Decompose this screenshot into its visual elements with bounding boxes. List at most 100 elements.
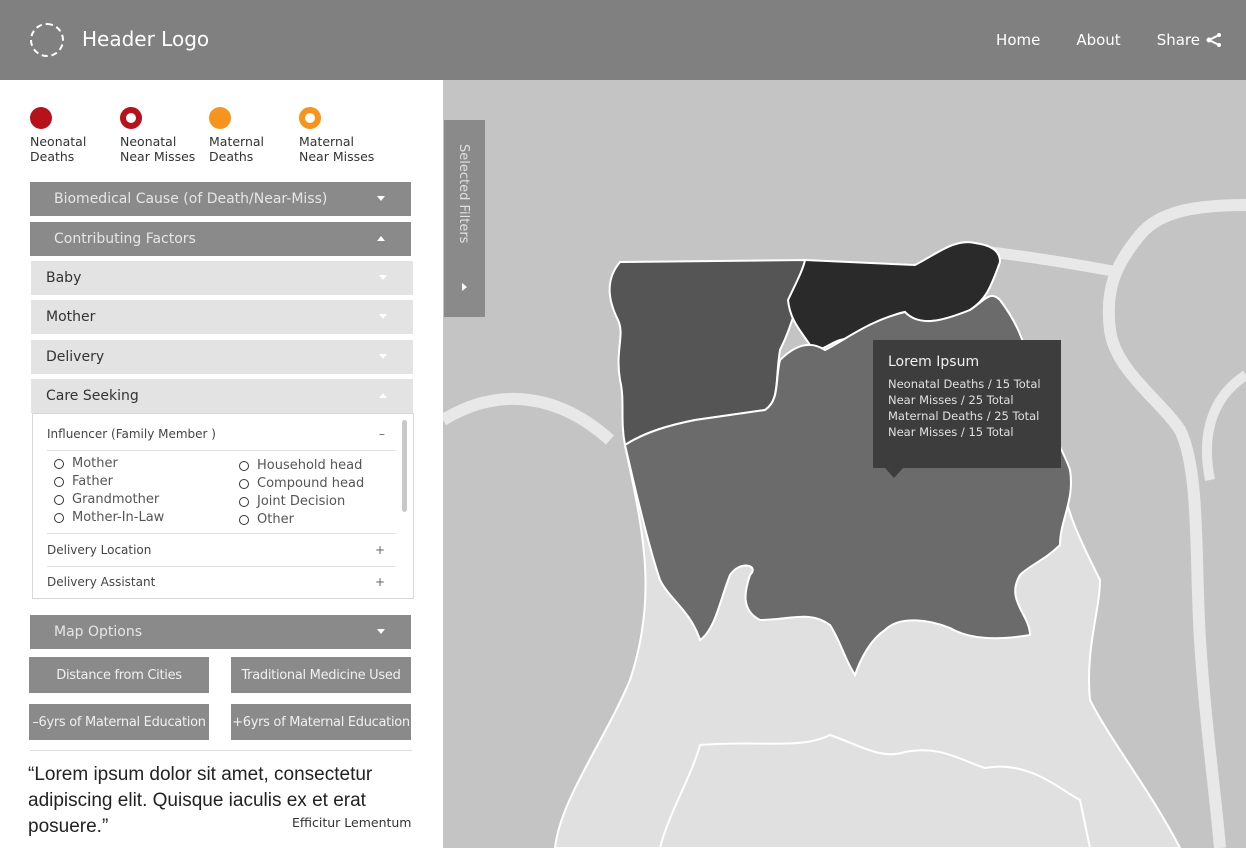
chevron-right-icon[interactable] [462, 283, 467, 291]
expand-icon[interactable]: + [375, 575, 385, 589]
radio-circle-icon [54, 494, 64, 505]
dropdown-label: Contributing Factors [54, 231, 196, 247]
radio-label: Mother-In-Law [72, 510, 165, 525]
legend-ring-icon [120, 107, 142, 129]
radio-circle-icon [54, 512, 64, 523]
header-logo-text[interactable]: Header Logo [82, 27, 209, 51]
radio-other[interactable]: Other [239, 512, 294, 527]
contributing-factors-dropdown[interactable]: Contributing Factors [30, 222, 411, 256]
divider [30, 750, 412, 751]
tooltip-line: Neonatal Deaths / 15 Total [888, 377, 1041, 391]
nav-home[interactable]: Home [996, 31, 1040, 49]
legend-dot-icon [30, 107, 52, 129]
legend-label: Neonatal Near Misses [120, 134, 196, 164]
legend-item-neonatal-deaths[interactable]: Neonatal Deaths [30, 107, 120, 164]
legend-item-maternal-near-misses[interactable]: Maternal Near Misses [299, 107, 389, 164]
care-seeking-panel: Influencer (Family Member ) – Mother Fat… [32, 413, 414, 599]
legend-label: Maternal Near Misses [299, 134, 375, 164]
radio-circle-icon [54, 476, 64, 487]
chevron-up-icon [379, 393, 387, 398]
road [443, 393, 615, 445]
share-icon [1206, 33, 1221, 47]
map-svg[interactable] [443, 80, 1246, 848]
share-button[interactable]: Share [1157, 31, 1222, 49]
radio-label: Household head [257, 458, 363, 473]
delivery-dropdown[interactable]: Delivery [31, 340, 413, 374]
top-nav: Home About Share [996, 31, 1222, 49]
dropdown-label: Biomedical Cause (of Death/Near-Miss) [54, 191, 328, 207]
radio-circle-icon [239, 460, 249, 471]
delivery-assistant-label: Delivery Assistant [47, 575, 156, 589]
delivery-location-label: Delivery Location [47, 543, 152, 557]
delivery-assistant-section[interactable]: Delivery Assistant + [47, 575, 395, 589]
filter-sidebar: Neonatal Deaths Neonatal Near Misses Mat… [0, 80, 443, 848]
radio-circle-icon [239, 514, 249, 525]
radio-father[interactable]: Father [54, 474, 113, 489]
collapse-icon[interactable]: – [379, 427, 385, 441]
quote-author: Efficitur Lementum [292, 815, 412, 830]
logo-icon[interactable] [30, 23, 64, 57]
chevron-down-icon [379, 354, 387, 359]
panel-scrollbar[interactable] [402, 420, 407, 512]
divider [47, 533, 395, 534]
biomedical-cause-dropdown[interactable]: Biomedical Cause (of Death/Near-Miss) [30, 182, 411, 216]
mother-dropdown[interactable]: Mother [31, 300, 413, 334]
legend-item-maternal-deaths[interactable]: Maternal Deaths [209, 107, 299, 164]
legend-item-neonatal-near-misses[interactable]: Neonatal Near Misses [120, 107, 210, 164]
chevron-down-icon [379, 275, 387, 280]
radio-circle-icon [239, 496, 249, 507]
share-label: Share [1156, 31, 1200, 49]
minus-6yrs-education-button[interactable]: –6yrs of Maternal Education [29, 704, 209, 740]
dropdown-label: Map Options [54, 624, 143, 640]
tooltip-line: Near Misses / 25 Total [888, 393, 1014, 407]
map-options-dropdown[interactable]: Map Options [30, 615, 411, 649]
legend-label: Maternal Deaths [209, 134, 265, 164]
radio-mother-in-law[interactable]: Mother-In-Law [54, 510, 164, 525]
chevron-down-icon [379, 314, 387, 319]
road [1102, 199, 1246, 848]
radio-label: Mother [72, 456, 118, 471]
radio-mother[interactable]: Mother [54, 456, 118, 471]
chevron-down-icon [377, 196, 385, 201]
distance-from-cities-button[interactable]: Distance from Cities [29, 657, 209, 693]
map-canvas[interactable] [443, 80, 1246, 848]
dropdown-label: Care Seeking [46, 388, 139, 404]
legend-label: Neonatal Deaths [30, 134, 87, 164]
plus-6yrs-education-button[interactable]: +6yrs of Maternal Education [231, 704, 411, 740]
radio-joint-decision[interactable]: Joint Decision [239, 494, 345, 509]
tooltip-title: Lorem Ipsum [888, 354, 980, 370]
radio-circle-icon [54, 458, 64, 469]
selected-filters-tab[interactable]: Selected Filters [444, 120, 485, 317]
traditional-medicine-button[interactable]: Traditional Medicine Used [231, 657, 411, 693]
divider [47, 450, 395, 451]
map-tooltip: Lorem Ipsum Neonatal Deaths / 15 Total N… [873, 340, 1061, 478]
radio-circle-icon [239, 478, 249, 489]
baby-dropdown[interactable]: Baby [31, 261, 413, 295]
radio-grandmother[interactable]: Grandmother [54, 492, 159, 507]
radio-label: Other [257, 512, 294, 527]
tooltip-line: Maternal Deaths / 25 Total [888, 409, 1040, 423]
road [1202, 370, 1246, 481]
influencer-section[interactable]: Influencer (Family Member ) – [47, 427, 395, 441]
dropdown-label: Delivery [46, 349, 105, 365]
radio-household-head[interactable]: Household head [239, 458, 362, 473]
influencer-label: Influencer (Family Member ) [47, 427, 216, 441]
radio-label: Joint Decision [257, 494, 346, 509]
selected-filters-label: Selected Filters [456, 144, 471, 244]
chevron-up-icon [377, 236, 385, 241]
radio-label: Father [72, 474, 113, 489]
nav-about[interactable]: About [1076, 31, 1120, 49]
radio-compound-head[interactable]: Compound head [239, 476, 364, 491]
delivery-location-section[interactable]: Delivery Location + [47, 543, 395, 557]
chevron-down-icon [377, 629, 385, 634]
app-header: Header Logo Home About Share [0, 0, 1246, 80]
legend: Neonatal Deaths Neonatal Near Misses Mat… [30, 107, 410, 171]
care-seeking-dropdown[interactable]: Care Seeking [31, 379, 413, 413]
tooltip-line: Near Misses / 15 Total [888, 425, 1014, 439]
legend-ring-icon [299, 107, 321, 129]
divider [47, 566, 395, 567]
radio-label: Compound head [257, 476, 365, 491]
dropdown-label: Baby [46, 270, 82, 286]
expand-icon[interactable]: + [375, 543, 385, 557]
dropdown-label: Mother [46, 309, 96, 325]
